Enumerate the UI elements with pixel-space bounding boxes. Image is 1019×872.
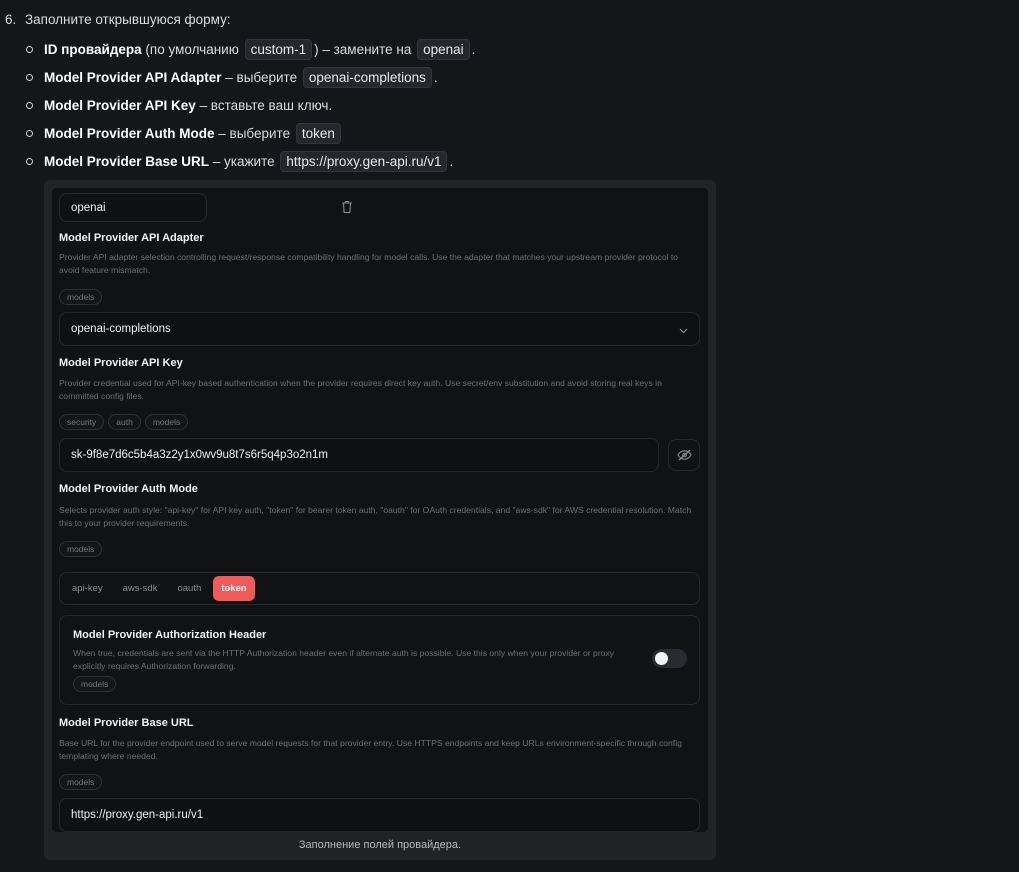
auth-option-aws-sdk[interactable]: aws-sdk — [115, 576, 166, 601]
api-adapter-selected: openai-completions — [71, 323, 171, 335]
auth-header-tags: models — [73, 676, 117, 692]
chevron-down-icon — [679, 325, 688, 337]
code-chip: openai — [417, 38, 470, 60]
code-chip: https://proxy.gen-api.ru/v1 — [280, 150, 448, 172]
step-text: Заполните открывшуюся форму: — [25, 12, 231, 27]
api-adapter-description: Provider API adapter selection controlli… — [59, 252, 679, 275]
code-chip: openai-completions — [302, 66, 432, 88]
tag: models — [59, 541, 103, 557]
auth-header-card: Model Provider Authorization Header When… — [59, 615, 700, 705]
provider-id-input[interactable]: openai — [59, 193, 207, 222]
auth-header-toggle[interactable] — [652, 649, 687, 668]
screenshot-figure: openai Model Provider API Adapter Provid… — [44, 180, 716, 860]
tag: security — [59, 414, 105, 430]
auth-option-token[interactable]: token — [213, 576, 255, 601]
tag: models — [59, 289, 103, 305]
base-url-tags: models — [59, 774, 103, 790]
api-key-input[interactable]: sk-9f8e7d6c5b4a3z2y1x0wv9u8t7s6r5q4p3o2n… — [59, 438, 659, 472]
trash-icon[interactable] — [339, 199, 355, 215]
step-number: 6. — [5, 12, 17, 27]
bullet-icon — [26, 45, 33, 53]
base-url-label: Model Provider Base URL — [59, 717, 194, 729]
figure-caption: Заполнение полей провайдера. — [298, 839, 462, 851]
tag: models — [59, 774, 103, 790]
step-heading: 6. Заполните открывшуюся форму: — [5, 12, 231, 27]
list-item: Model Provider Base URL – укажите https:… — [26, 147, 475, 175]
api-key-tags: security auth models — [59, 414, 189, 430]
tag: models — [73, 676, 117, 692]
auth-header-description: When true, credentials are sent via the … — [73, 648, 615, 671]
api-adapter-label: Model Provider API Adapter — [59, 232, 204, 244]
list-item: Model Provider API Adapter – выберите op… — [26, 63, 475, 91]
eye-off-icon[interactable] — [668, 439, 700, 471]
api-key-description: Provider credential used for API-key bas… — [59, 378, 662, 401]
api-key-label: Model Provider API Key — [59, 357, 183, 369]
auth-header-label: Model Provider Authorization Header — [73, 629, 267, 641]
auth-mode-description: Selects provider auth style: "api-key" f… — [59, 505, 692, 528]
bullet-icon — [26, 101, 33, 109]
toggle-knob — [655, 652, 668, 665]
tag: auth — [108, 414, 141, 430]
code-chip: custom-1 — [244, 38, 313, 60]
list-item: Model Provider API Key – вставьте ваш кл… — [26, 91, 475, 119]
bullet-icon — [26, 157, 33, 165]
list-item: Model Provider Auth Mode – выберите toke… — [26, 119, 475, 147]
api-adapter-select[interactable]: openai-completions — [59, 312, 700, 346]
base-url-description: Base URL for the provider endpoint used … — [59, 738, 682, 761]
list-item: ID провайдера (по умолчанию custom-1 ) –… — [26, 35, 475, 63]
provider-form: openai Model Provider API Adapter Provid… — [52, 188, 708, 832]
bullet-icon — [26, 73, 33, 81]
auth-option-oauth[interactable]: oauth — [169, 576, 209, 601]
auth-mode-label: Model Provider Auth Mode — [59, 483, 198, 495]
bullet-icon — [26, 129, 33, 137]
code-chip: token — [295, 122, 341, 144]
base-url-input[interactable]: https://proxy.gen-api.ru/v1 — [59, 798, 700, 832]
auth-mode-tags: models — [59, 541, 103, 557]
instruction-list: ID провайдера (по умолчанию custom-1 ) –… — [26, 35, 475, 175]
auth-mode-segmented-control: api-key aws-sdk oauth token — [59, 572, 700, 605]
api-adapter-tags: models — [59, 289, 103, 305]
auth-option-api-key[interactable]: api-key — [64, 576, 111, 601]
tag: models — [144, 414, 189, 430]
